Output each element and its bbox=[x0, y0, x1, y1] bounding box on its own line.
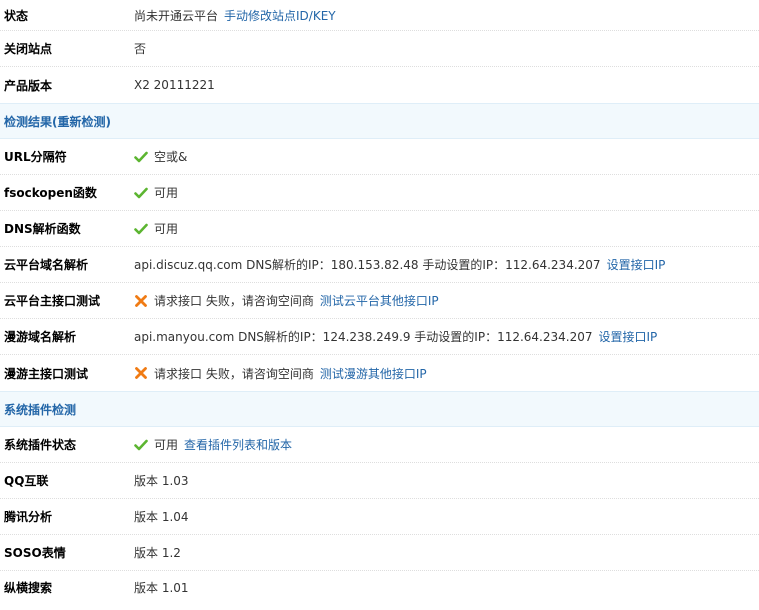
check-result-text: 可用 bbox=[154, 438, 179, 452]
zongheng-search-row: 纵横搜索 版本 1.01 bbox=[0, 571, 759, 603]
row-value: 可用 bbox=[134, 220, 759, 237]
soso-emoticon-row: SOSO表情 版本 1.2 bbox=[0, 535, 759, 571]
test-other-manyou-api-link[interactable]: 测试漫游其他接口IP bbox=[320, 365, 427, 382]
set-cloud-api-ip-link[interactable]: 设置接口IP bbox=[607, 256, 666, 273]
row-value: 尚未开通云平台 手动修改站点ID/KEY bbox=[134, 7, 759, 24]
row-value: 可用 查看插件列表和版本 bbox=[134, 436, 759, 453]
section-title[interactable]: 检测结果(重新检测) bbox=[4, 113, 111, 130]
error-text: 请求接口 失败，请咨询空间商 bbox=[154, 366, 314, 381]
row-label: 漫游主接口测试 bbox=[4, 366, 89, 381]
version-value: 版本 1.01 bbox=[134, 580, 189, 595]
check-icon bbox=[134, 223, 148, 234]
row-label: 关闭站点 bbox=[4, 42, 53, 56]
row-value: 可用 bbox=[134, 184, 759, 201]
row-value: api.manyou.com DNS解析的IP：124.238.249.9 手动… bbox=[134, 328, 759, 345]
row-label: fsockopen函数 bbox=[4, 186, 97, 200]
version-value: 版本 1.2 bbox=[134, 546, 181, 560]
check-icon bbox=[134, 151, 148, 162]
row-value: 否 bbox=[134, 42, 147, 56]
plugin-status-row: 系统插件状态 可用 查看插件列表和版本 bbox=[0, 427, 759, 463]
manyou-api-test-row: 漫游主接口测试 请求接口 失败，请咨询空间商 测试漫游其他接口IP bbox=[0, 355, 759, 391]
status-row: 状态 尚未开通云平台 手动修改站点ID/KEY bbox=[0, 0, 759, 31]
dns-result-text: api.manyou.com DNS解析的IP：124.238.249.9 手动… bbox=[134, 330, 593, 344]
qq-connect-row: QQ互联 版本 1.03 bbox=[0, 463, 759, 499]
row-label: QQ互联 bbox=[4, 474, 49, 488]
row-label: 腾讯分析 bbox=[4, 510, 53, 524]
cloud-platform-diagnostics-table: 状态 尚未开通云平台 手动修改站点ID/KEY 关闭站点 否 产品版本 X2 2… bbox=[0, 0, 759, 603]
edit-site-id-key-link[interactable]: 手动修改站点ID/KEY bbox=[224, 7, 336, 24]
manyou-dns-row: 漫游域名解析 api.manyou.com DNS解析的IP：124.238.2… bbox=[0, 319, 759, 355]
test-other-cloud-api-link[interactable]: 测试云平台其他接口IP bbox=[320, 292, 439, 309]
row-label: 系统插件状态 bbox=[4, 438, 77, 452]
section-title: 系统插件检测 bbox=[4, 402, 77, 417]
check-results-section-header[interactable]: 检测结果(重新检测) bbox=[0, 103, 759, 139]
close-site-row: 关闭站点 否 bbox=[0, 31, 759, 67]
row-label: 纵横搜索 bbox=[4, 580, 53, 595]
status-text: 尚未开通云平台 bbox=[134, 8, 219, 23]
version-value: 版本 1.03 bbox=[134, 474, 189, 488]
cross-icon bbox=[135, 294, 147, 307]
check-result-text: 可用 bbox=[154, 186, 179, 200]
row-label: 云平台域名解析 bbox=[4, 258, 89, 272]
product-version-row: 产品版本 X2 20111221 bbox=[0, 67, 759, 103]
row-label: 漫游域名解析 bbox=[4, 330, 77, 344]
row-value: 空或& bbox=[134, 148, 759, 165]
set-manyou-api-ip-link[interactable]: 设置接口IP bbox=[599, 328, 658, 345]
plugin-check-section-header: 系统插件检测 bbox=[0, 391, 759, 427]
error-text: 请求接口 失败，请咨询空间商 bbox=[154, 294, 314, 308]
cross-icon bbox=[135, 367, 147, 379]
check-result-text: 可用 bbox=[154, 222, 179, 236]
fsockopen-row: fsockopen函数 可用 bbox=[0, 175, 759, 211]
dns-function-row: DNS解析函数 可用 bbox=[0, 211, 759, 247]
row-label: SOSO表情 bbox=[4, 546, 66, 560]
dns-result-text: api.discuz.qq.com DNS解析的IP：180.153.82.48… bbox=[134, 258, 601, 272]
cloud-api-test-row: 云平台主接口测试 请求接口 失败，请咨询空间商 测试云平台其他接口IP bbox=[0, 283, 759, 319]
version-value: 版本 1.04 bbox=[134, 510, 189, 524]
check-icon bbox=[134, 187, 148, 198]
cloud-dns-row: 云平台域名解析 api.discuz.qq.com DNS解析的IP：180.1… bbox=[0, 247, 759, 283]
check-icon bbox=[134, 439, 148, 450]
check-result-text: 空或& bbox=[154, 150, 188, 164]
row-label: 产品版本 bbox=[4, 78, 53, 93]
row-value: api.discuz.qq.com DNS解析的IP：180.153.82.48… bbox=[134, 256, 759, 273]
row-value: X2 20111221 bbox=[134, 78, 215, 92]
url-separator-row: URL分隔符 空或& bbox=[0, 139, 759, 175]
tencent-analytics-row: 腾讯分析 版本 1.04 bbox=[0, 499, 759, 535]
row-label: 云平台主接口测试 bbox=[4, 294, 101, 308]
row-label: DNS解析函数 bbox=[4, 222, 81, 236]
view-plugin-list-link[interactable]: 查看插件列表和版本 bbox=[184, 436, 292, 453]
row-value: 请求接口 失败，请咨询空间商 测试漫游其他接口IP bbox=[134, 365, 759, 382]
row-label: URL分隔符 bbox=[4, 150, 67, 164]
row-value: 请求接口 失败，请咨询空间商 测试云平台其他接口IP bbox=[134, 292, 759, 309]
row-label: 状态 bbox=[4, 8, 29, 23]
